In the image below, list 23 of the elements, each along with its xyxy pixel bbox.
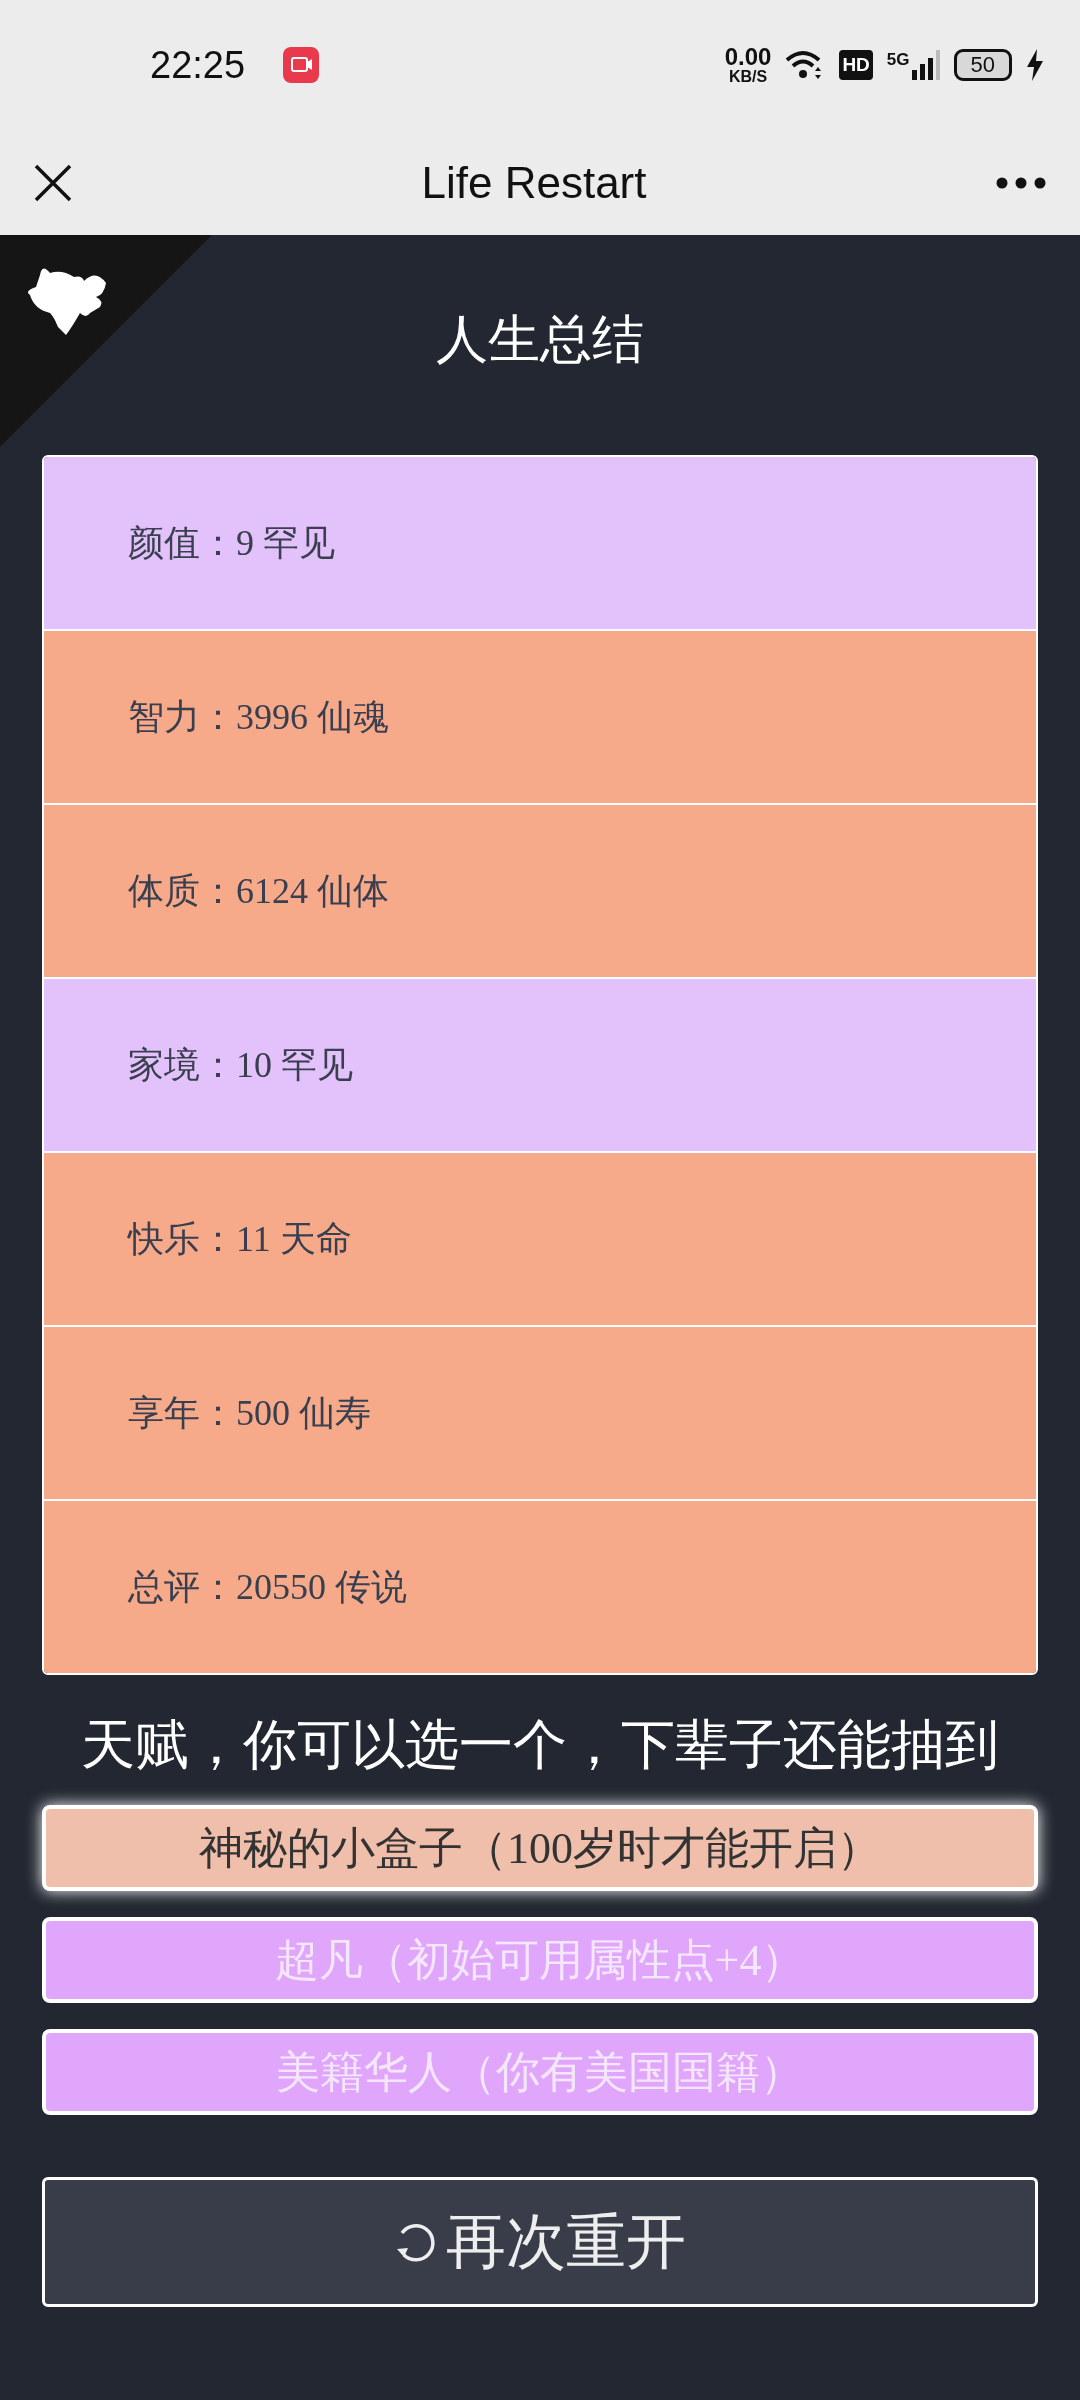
screen-record-icon: [283, 47, 320, 83]
talent-heading: 天赋，你可以选一个，下辈子还能抽到: [80, 1714, 1000, 1777]
network-type: 5G: [886, 50, 910, 70]
summary-row: 智力：3996 仙魂: [44, 629, 1036, 803]
summary-row: 享年：500 仙寿: [44, 1325, 1036, 1499]
summary-row: 家境：10 罕见: [44, 977, 1036, 1151]
nav-title: Life Restart: [421, 157, 647, 208]
restart-button[interactable]: 再次重开: [42, 2177, 1038, 2307]
charging-icon: [1026, 49, 1044, 81]
summary-row: 快乐：11 天命: [44, 1151, 1036, 1325]
talent-option[interactable]: 神秘的小盒子（100岁时才能开启）: [42, 1805, 1038, 1891]
status-time: 22:25: [150, 43, 246, 87]
close-icon[interactable]: [34, 163, 72, 202]
net-speed: 0.00: [724, 45, 772, 69]
signal-icon: [911, 50, 940, 80]
more-icon[interactable]: [996, 176, 1046, 189]
page-title: 人生总结: [435, 310, 645, 370]
net-speed-unit: KB/S: [728, 69, 768, 85]
summary-row: 颜值：9 罕见: [44, 457, 1036, 629]
hd-badge: HD: [839, 50, 873, 80]
summary-row: 体质：6124 仙体: [44, 803, 1036, 977]
summary-row: 总评：20550 传说: [44, 1499, 1036, 1673]
battery-indicator: 50: [953, 49, 1012, 81]
